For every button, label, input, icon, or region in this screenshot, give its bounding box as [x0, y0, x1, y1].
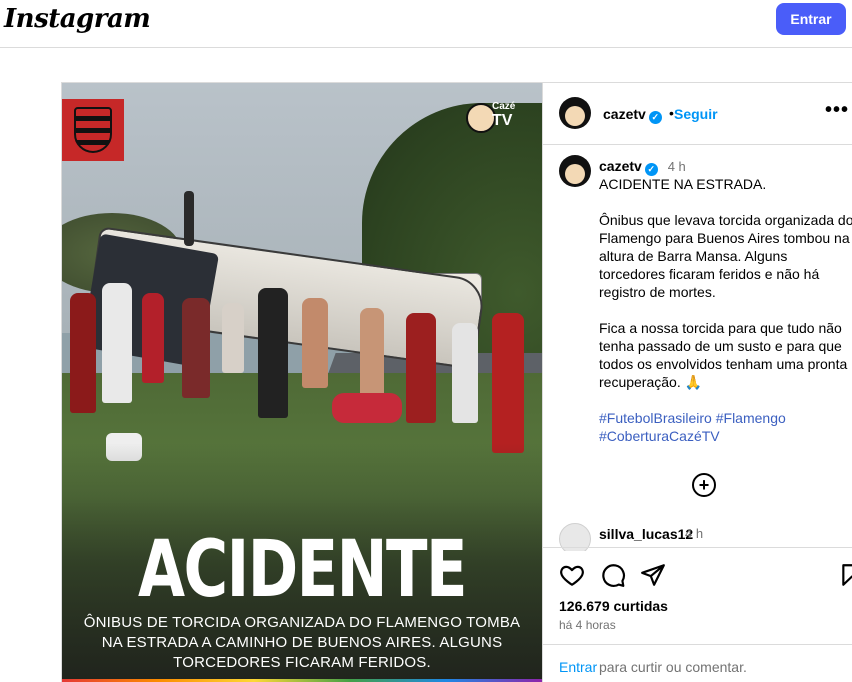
likes-count[interactable]: 126.679 curtidas [559, 598, 668, 614]
cazetv-badge-text: Cazé TV [492, 101, 515, 130]
bookmark-icon[interactable] [839, 562, 852, 588]
caption-hashtags: #FutebolBrasileiro #Flamengo #CoberturaC… [599, 409, 852, 445]
image-subline: ÔNIBUS DE TORCIDA ORGANIZADA DO FLAMENGO… [83, 614, 521, 671]
flamengo-shield-icon [74, 107, 112, 153]
login-link[interactable]: Entrar [559, 659, 597, 675]
plus-circle-icon[interactable]: + [692, 473, 716, 497]
caption-username-wrap[interactable]: cazetv ✓ 4 h [599, 158, 686, 176]
post-image[interactable]: Cazé TV ACIDENTE ÔNIBUS DE TORCIDA ORGAN… [62, 83, 542, 682]
hashtag-link[interactable]: #Flamengo [716, 410, 786, 426]
follow-button[interactable]: Seguir [674, 106, 718, 122]
caption-time: 4 h [667, 159, 686, 174]
more-options-icon[interactable]: ••• [825, 99, 849, 122]
heart-icon[interactable] [559, 562, 585, 588]
author-username[interactable]: cazetv [603, 106, 646, 122]
instagram-logo[interactable]: Instagram [4, 4, 151, 34]
image-headline: ACIDENTE [138, 525, 468, 615]
author-username-wrap[interactable]: cazetv ✓ [603, 106, 662, 124]
post-side-panel: cazetv ✓ • Seguir ••• cazetv ✓ 4 h ACIDENT… [542, 83, 852, 682]
top-bar: Instagram Entrar [0, 0, 852, 48]
comment-time: 4 h [685, 526, 704, 541]
cazetv-badge-brand: Cazé [492, 101, 516, 112]
hashtag-link[interactable]: #FutebolBrasileiro [599, 410, 712, 426]
image-person-on-bus [184, 191, 194, 246]
post-card: Cazé TV ACIDENTE ÔNIBUS DE TORCIDA ORGAN… [61, 82, 852, 682]
caption-text: ACIDENTE NA ESTRADA. Ônibus que levava t… [599, 176, 852, 390]
verified-icon: ✓ [648, 111, 662, 124]
caption-avatar[interactable] [559, 155, 591, 187]
login-button[interactable]: Entrar [776, 3, 846, 35]
post-actions: 126.679 curtidas há 4 horas Entrar para … [543, 547, 852, 682]
post-header: cazetv ✓ • Seguir ••• [543, 83, 852, 145]
login-prompt-text: para curtir ou comentar. [599, 659, 747, 675]
caption-username[interactable]: cazetv [599, 158, 642, 174]
image-crowd [62, 283, 542, 461]
hashtag-link[interactable]: #CoberturaCazéTV [599, 428, 720, 444]
cazetv-badge: Cazé TV [466, 101, 524, 139]
author-avatar[interactable] [559, 97, 591, 129]
post-time: há 4 horas [559, 618, 616, 632]
share-icon[interactable] [640, 562, 666, 588]
flamengo-crest [62, 99, 124, 161]
cazetv-badge-tv: TV [492, 112, 513, 129]
comment-icon[interactable] [600, 562, 626, 588]
comment-username[interactable]: sillva_lucas12 [599, 526, 693, 542]
login-prompt: Entrar para curtir ou comentar. [543, 644, 852, 682]
